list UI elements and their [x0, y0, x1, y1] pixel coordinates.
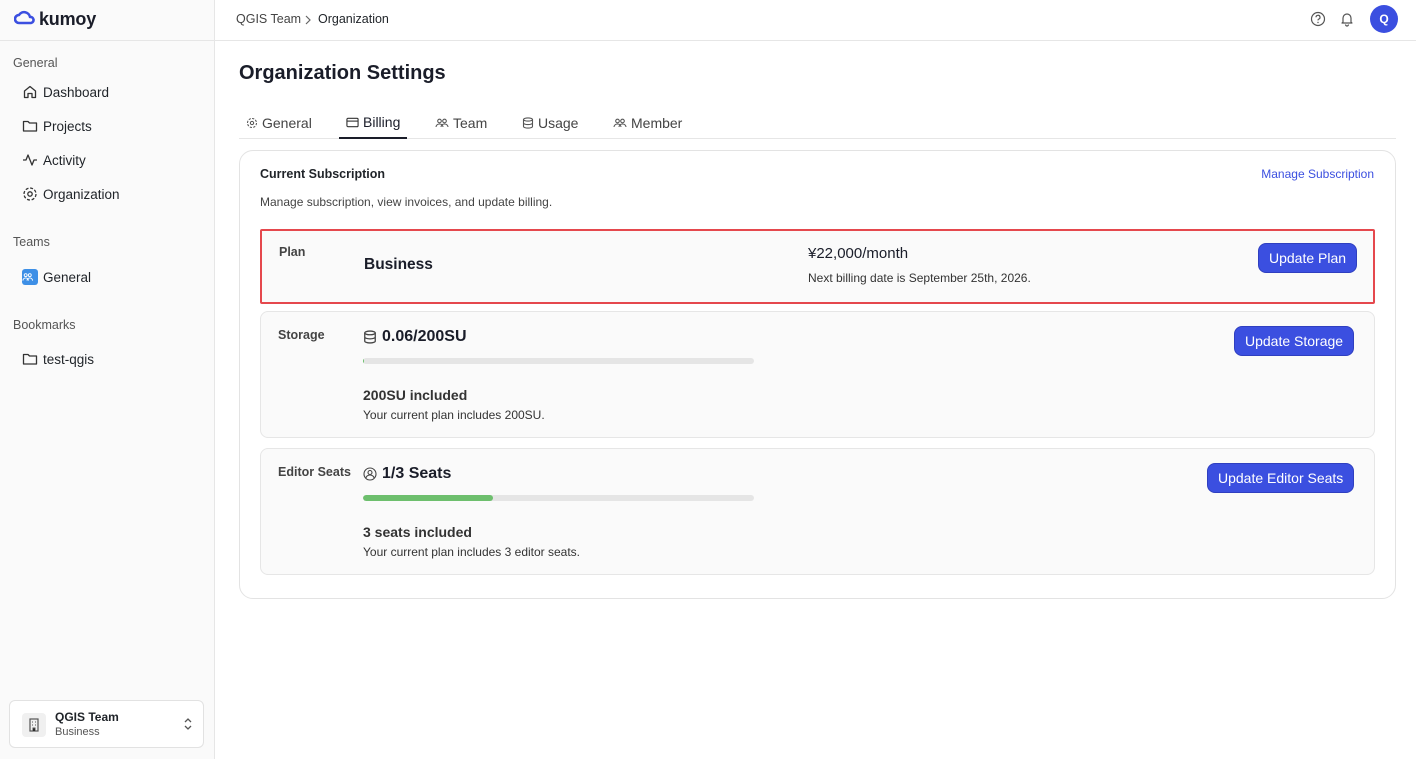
card-description: Manage subscription, view invoices, and … [260, 195, 553, 209]
sidebar-item-activity[interactable]: Activity [22, 148, 86, 172]
brand-name: kumoy [39, 8, 97, 29]
home-icon [23, 85, 37, 99]
gear-icon [246, 117, 258, 129]
tab-team[interactable]: Team [435, 107, 487, 139]
tab-usage[interactable]: Usage [522, 107, 578, 139]
sidebar-item-dashboard[interactable]: Dashboard [22, 80, 109, 104]
logo[interactable]: kumoy [13, 8, 97, 30]
plan-price: ¥22,000/month [808, 245, 909, 262]
tab-label: Member [631, 115, 683, 131]
tab-bar: General Billing Team Usage Member [239, 107, 1396, 139]
users-icon [613, 118, 627, 128]
page-title: Organization Settings [239, 62, 446, 84]
update-editor-seats-button[interactable]: Update Editor Seats [1207, 463, 1355, 493]
tab-general[interactable]: General [246, 107, 312, 139]
storage-included: 200SU included [363, 387, 468, 403]
gear-icon [23, 187, 37, 201]
plan-name: Business [364, 256, 433, 273]
plan-label: Plan [279, 245, 306, 259]
activity-icon [23, 154, 37, 166]
editor-seats-label: Editor Seats [278, 465, 351, 479]
building-icon [22, 713, 46, 737]
avatar[interactable]: Q [1370, 5, 1398, 33]
sidebar-item-organization[interactable]: Organization [22, 182, 120, 206]
storage-included-sub: Your current plan includes 200SU. [363, 408, 545, 422]
team-switcher[interactable]: QGIS Team Business [9, 700, 204, 748]
seats-progress-fill [363, 495, 494, 501]
cloud-logo-icon [13, 9, 36, 30]
users-icon [435, 118, 449, 128]
seats-included-sub: Your current plan includes 3 editor seat… [363, 545, 581, 559]
tab-label: Billing [363, 114, 401, 130]
plan-row: Plan Business ¥22,000/month Next billing… [260, 229, 1375, 304]
sidebar: kumoy General Dashboard Projects Activit… [0, 0, 215, 759]
tab-label: Team [453, 115, 488, 131]
storage-label: Storage [278, 328, 325, 342]
next-billing-date: Next billing date is September 25th, 202… [808, 271, 1031, 285]
chevron-right-icon [304, 13, 312, 31]
seats-included: 3 seats included [363, 524, 472, 540]
editor-seats-value-text: 1/3 Seats [382, 465, 452, 482]
sidebar-item-label: Organization [43, 186, 120, 202]
sidebar-item-label: test-qgis [43, 351, 95, 367]
sidebar-item-label: Projects [43, 118, 92, 134]
update-storage-button[interactable]: Update Storage [1234, 326, 1355, 356]
storage-progress-bar [363, 358, 754, 364]
section-label-teams: Teams [13, 235, 50, 249]
sidebar-item-label: General [43, 269, 92, 285]
topbar: QGIS Team Organization Q [215, 0, 1416, 41]
breadcrumb-team[interactable]: QGIS Team [236, 12, 301, 26]
storage-value-text: 0.06/200SU [382, 328, 467, 345]
editor-seats-value: 1/3 Seats [363, 465, 451, 483]
chevron-up-down-icon [183, 716, 193, 737]
sidebar-item-projects[interactable]: Projects [22, 114, 92, 138]
section-label-general: General [13, 56, 58, 70]
manage-subscription-link[interactable]: Manage Subscription [1261, 167, 1374, 181]
tab-label: General [262, 115, 312, 131]
team-switcher-plan: Business [55, 726, 100, 738]
team-icon [22, 269, 38, 285]
help-icon[interactable] [1310, 11, 1326, 32]
team-switcher-name: QGIS Team [55, 710, 119, 724]
tab-label: Usage [538, 115, 579, 131]
storage-row: Storage 0.06/200SU 200SU included Your c… [260, 311, 1375, 438]
folder-icon [22, 120, 38, 132]
card-title: Current Subscription [260, 167, 386, 181]
bell-icon[interactable] [1339, 11, 1355, 32]
sidebar-item-label: Activity [43, 152, 86, 168]
editor-seats-row: Editor Seats 1/3 Seats 3 seats included … [260, 448, 1375, 575]
folder-icon [22, 353, 38, 365]
tab-billing[interactable]: Billing [339, 107, 408, 139]
subscription-card: Current Subscription Manage Subscription… [239, 150, 1396, 599]
breadcrumb-current: Organization [318, 12, 389, 26]
database-icon [364, 330, 376, 344]
seats-progress-bar [363, 495, 754, 501]
update-plan-button[interactable]: Update Plan [1258, 243, 1358, 273]
divider [0, 40, 215, 41]
storage-value: 0.06/200SU [363, 328, 467, 346]
sidebar-item-label: Dashboard [43, 84, 110, 100]
user-circle-icon [363, 467, 377, 481]
tab-member[interactable]: Member [613, 107, 682, 139]
card-icon [346, 117, 359, 127]
sidebar-item-bookmark[interactable]: test-qgis [22, 347, 94, 371]
database-icon [522, 117, 534, 129]
sidebar-item-team-general[interactable]: General [22, 265, 91, 289]
section-label-bookmarks: Bookmarks [13, 318, 76, 332]
